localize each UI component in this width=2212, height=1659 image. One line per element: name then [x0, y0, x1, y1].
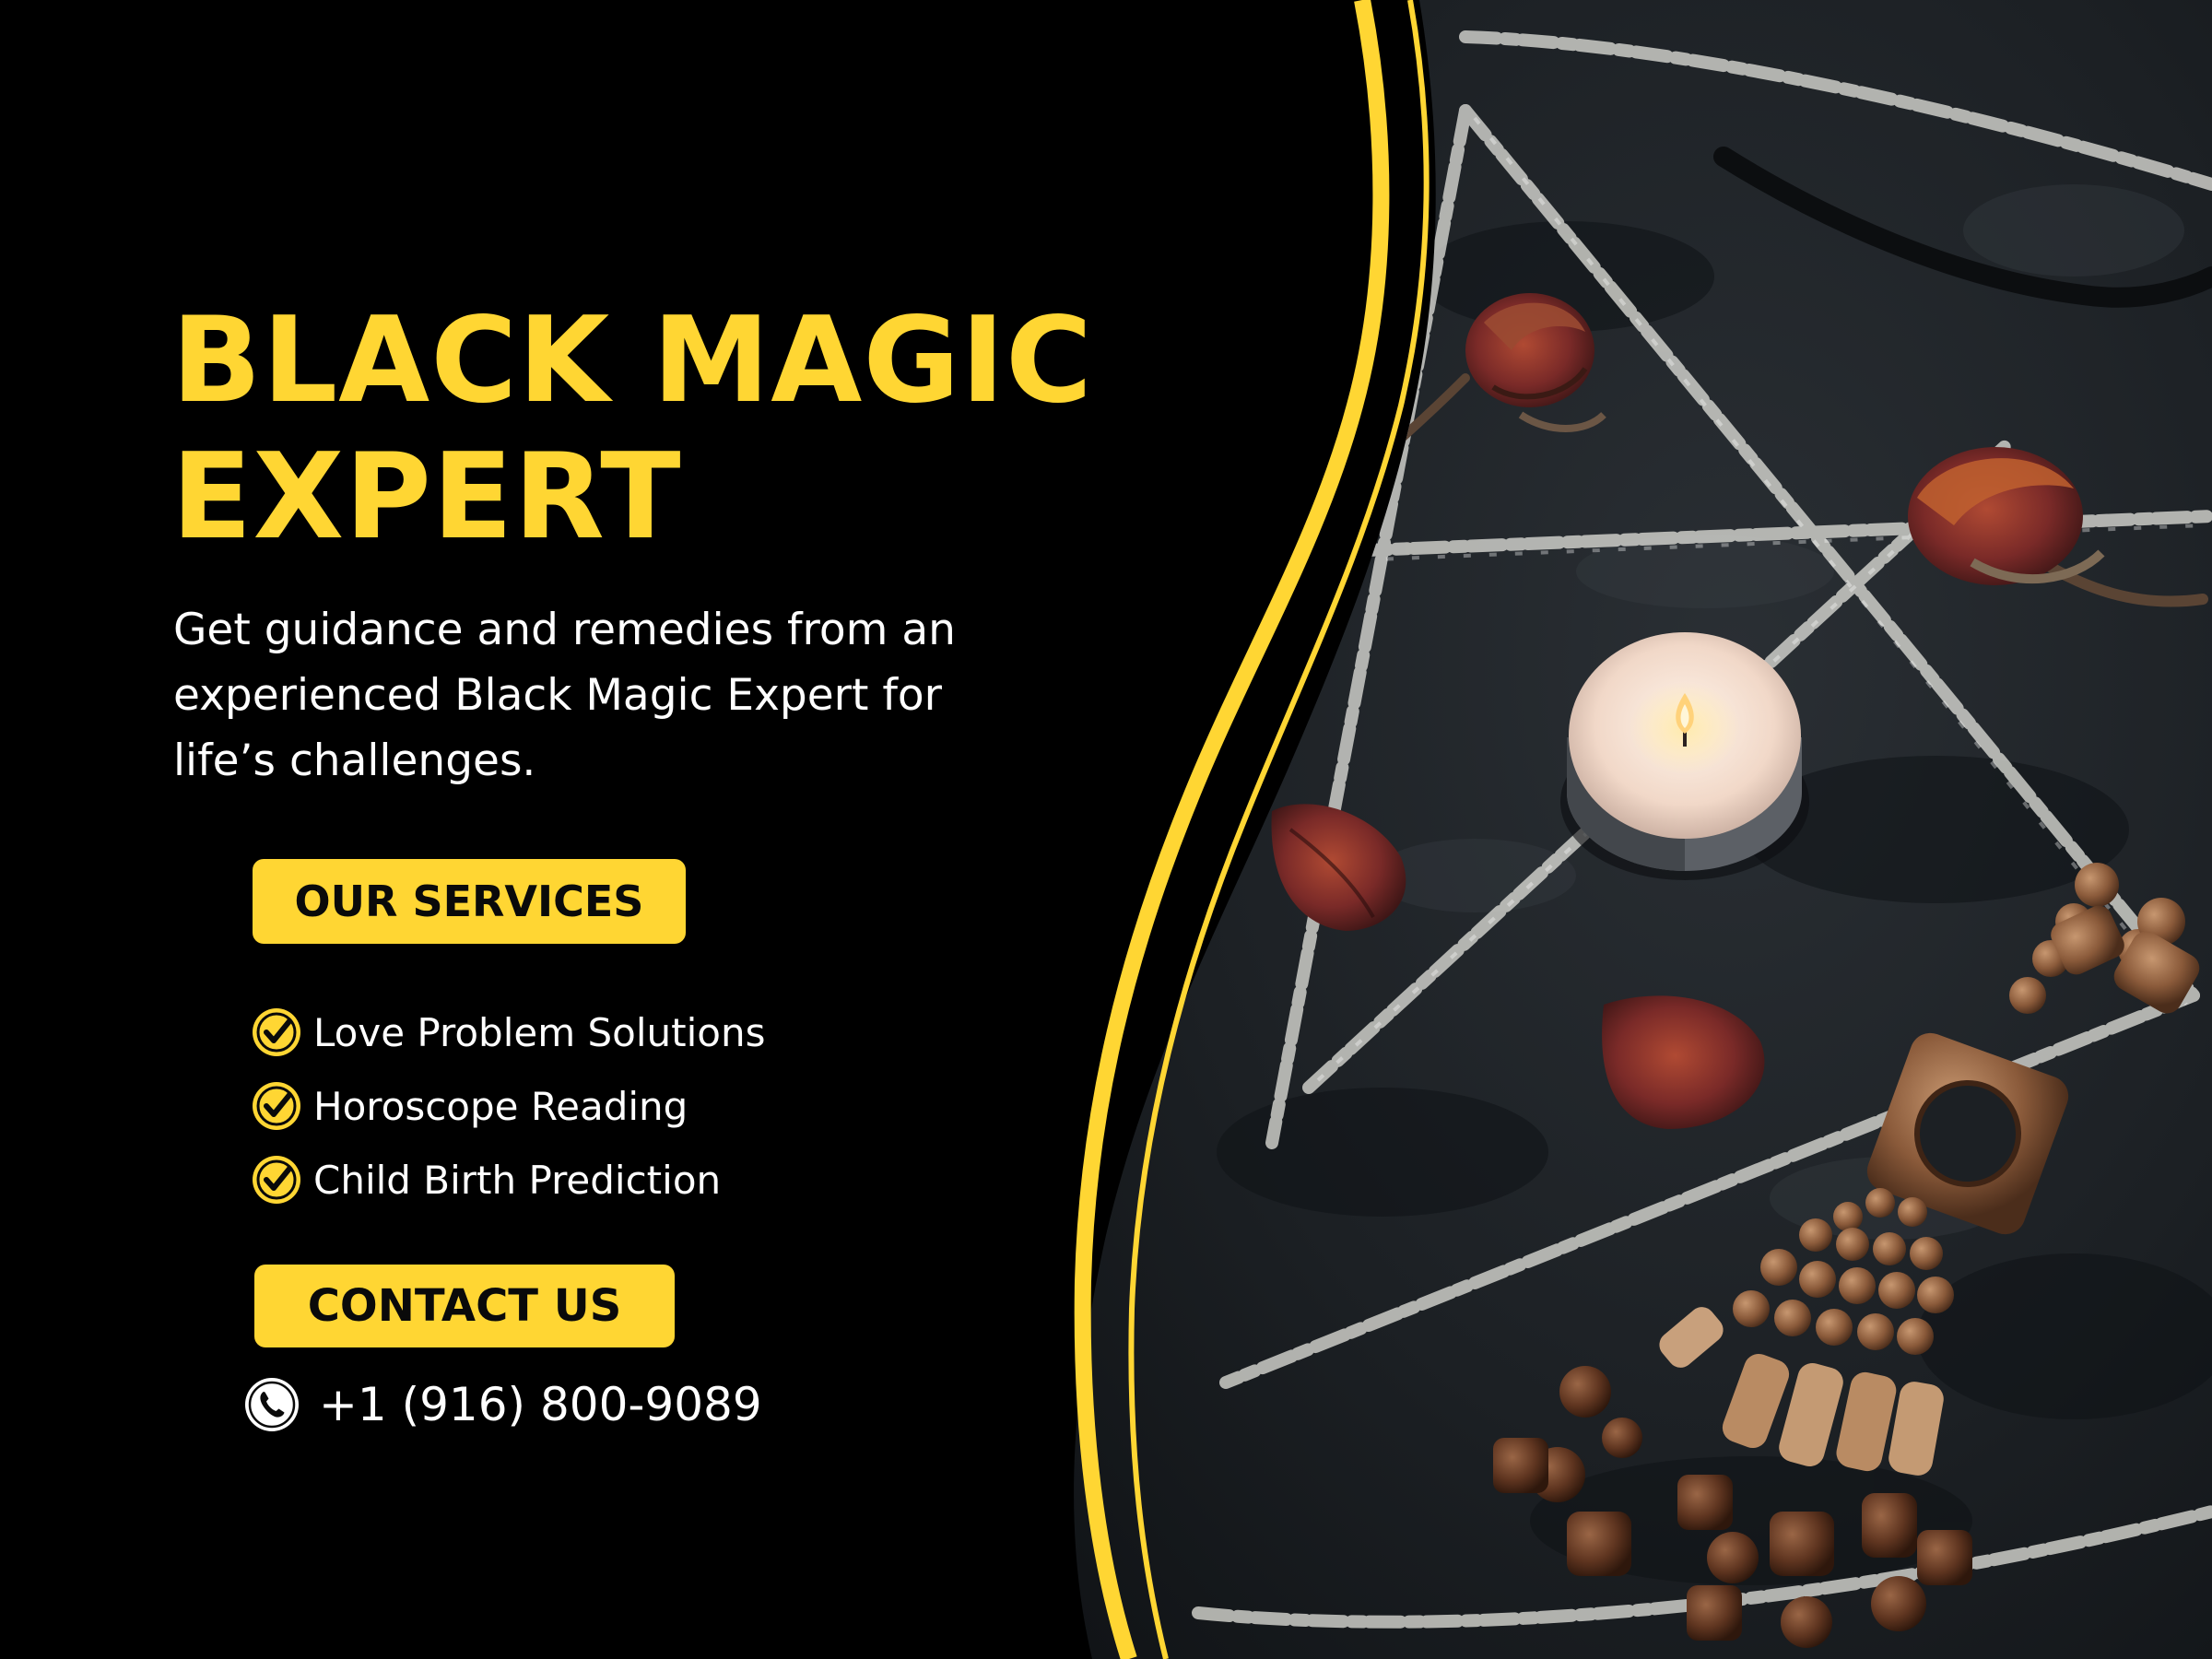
check-circle-icon [253, 1008, 300, 1056]
services-list: Love Problem Solutions Horoscope Reading… [251, 995, 765, 1217]
phone-number[interactable]: +1 (916) 800-9089 [319, 1378, 762, 1431]
service-label: Child Birth Prediction [313, 1157, 722, 1203]
phone-icon [245, 1378, 299, 1431]
page-title: BLACK MAGIC EXPERT [171, 293, 1093, 566]
poster: BLACK MAGIC EXPERT Get guidance and reme… [0, 0, 2212, 1659]
title-line-1: BLACK MAGIC [171, 292, 1093, 429]
list-item: Love Problem Solutions [251, 995, 765, 1069]
list-item: Horoscope Reading [251, 1069, 765, 1143]
list-item: Child Birth Prediction [251, 1143, 765, 1217]
check-circle-icon [253, 1156, 300, 1204]
check-circle-icon [253, 1082, 300, 1130]
our-services-button[interactable]: OUR SERVICES [253, 859, 686, 944]
contact-us-button[interactable]: CONTACT US [254, 1265, 675, 1347]
title-line-2: EXPERT [171, 429, 682, 566]
service-label: Horoscope Reading [313, 1083, 688, 1129]
subtitle: Get guidance and remedies from an experi… [173, 605, 956, 786]
phone-contact[interactable]: +1 (916) 800-9089 [243, 1375, 762, 1434]
service-label: Love Problem Solutions [313, 1009, 766, 1055]
